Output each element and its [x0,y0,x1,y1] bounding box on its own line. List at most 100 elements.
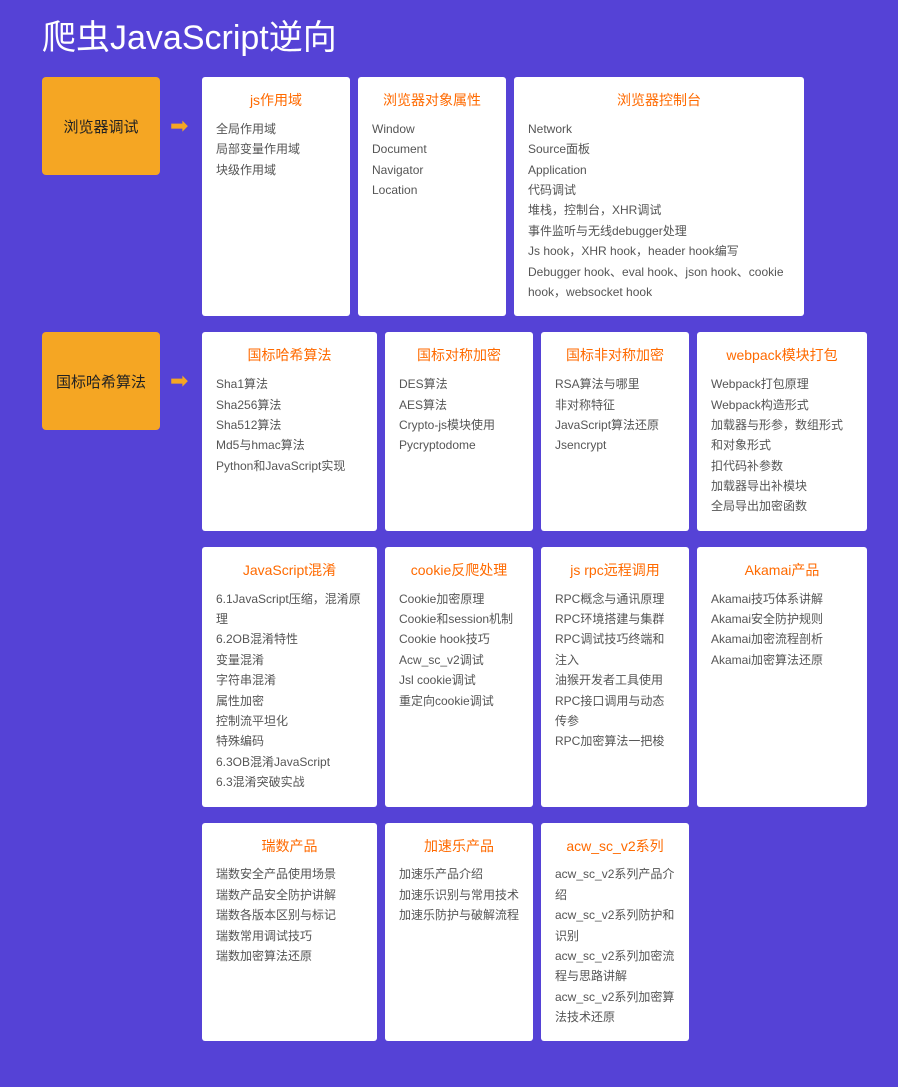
list-item: 事件监听与无线debugger处理 [528,221,790,241]
card-akamai: Akamai产品 Akamai技巧体系讲解 Akamai安全防护规则 Akama… [697,547,867,807]
card-title: Akamai产品 [711,559,853,583]
arrow-icon: ➡ [170,113,188,139]
card-title: 国标对称加密 [399,344,519,368]
card-title: 国标非对称加密 [555,344,675,368]
list-item: Jsl cookie调试 [399,670,519,690]
list-item: Akamai技巧体系讲解 [711,589,853,609]
list-item: Source面板 [528,139,790,159]
card-symmetric: 国标对称加密 DES算法 AES算法 Crypto-js模块使用 Pycrypt… [385,332,533,531]
list-item: Sha1算法 [216,374,363,394]
list-item: Jsencrypt [555,435,675,455]
card-jsrpc: js rpc远程调用 RPC概念与通讯原理 RPC环境搭建与集群 RPC调试技巧… [541,547,689,807]
arrow-icon: ➡ [170,368,188,394]
row-hash-algo: 国标哈希算法 ➡ 国标哈希算法 Sha1算法 Sha256算法 Sha512算法… [0,332,898,531]
card-title: JavaScript混淆 [216,559,363,583]
card-js-obfuscation: JavaScript混淆 6.1JavaScript压缩，混淆原理 6.2OB混… [202,547,377,807]
list-item: acw_sc_v2系列产品介绍 [555,864,675,905]
list-item: 重定向cookie调试 [399,691,519,711]
row-obfuscation: JavaScript混淆 6.1JavaScript压缩，混淆原理 6.2OB混… [0,547,898,807]
list-item: 瑞数常用调试技巧 [216,926,363,946]
list-item: 属性加密 [216,691,363,711]
list-item: 块级作用域 [216,160,336,180]
card-title: 浏览器控制台 [528,89,790,113]
list-item: Network [528,119,790,139]
list-item: 字符串混淆 [216,670,363,690]
card-title: js rpc远程调用 [555,559,675,583]
card-title: acw_sc_v2系列 [555,835,675,859]
card-cookie-anticrawl: cookie反爬处理 Cookie加密原理 Cookie和session机制 C… [385,547,533,807]
list-item: 特殊编码 [216,731,363,751]
card-ruishu: 瑞数产品 瑞数安全产品使用场景 瑞数产品安全防护讲解 瑞数各版本区别与标记 瑞数… [202,823,377,1042]
list-item: Akamai安全防护规则 [711,609,853,629]
list-item: 代码调试 [528,180,790,200]
list-item: Pycryptodome [399,435,519,455]
card-hash: 国标哈希算法 Sha1算法 Sha256算法 Sha512算法 Md5与hmac… [202,332,377,531]
list-item: 加载器导出补模块 [711,476,853,496]
list-item: Navigator [372,160,492,180]
list-item: 控制流平坦化 [216,711,363,731]
list-item: Cookie加密原理 [399,589,519,609]
list-item: Sha512算法 [216,415,363,435]
card-title: js作用域 [216,89,336,113]
row-browser-debug: 浏览器调试 ➡ js作用域 全局作用域 局部变量作用域 块级作用域 浏览器对象属… [0,77,898,316]
card-asymmetric: 国标非对称加密 RSA算法与哪里 非对称特征 JavaScript算法还原 Js… [541,332,689,531]
list-item: RPC调试技巧终端和注入 [555,629,675,670]
list-item: 全局导出加密函数 [711,496,853,516]
list-item: Md5与hmac算法 [216,435,363,455]
list-item: 变量混淆 [216,650,363,670]
list-item: 加载器与形参，数组形式和对象形式 [711,415,853,456]
card-title: 浏览器对象属性 [372,89,492,113]
card-title: 瑞数产品 [216,835,363,859]
list-item: 瑞数安全产品使用场景 [216,864,363,884]
list-item: 扣代码补参数 [711,456,853,476]
card-browser-console: 浏览器控制台 Network Source面板 Application 代码调试… [514,77,804,316]
list-item: RPC加密算法一把梭 [555,731,675,751]
list-item: 瑞数各版本区别与标记 [216,905,363,925]
list-item: 非对称特征 [555,395,675,415]
list-item: JavaScript算法还原 [555,415,675,435]
list-item: RPC接口调用与动态传参 [555,691,675,732]
list-item: acw_sc_v2系列加密算法技术还原 [555,987,675,1028]
card-js-scope: js作用域 全局作用域 局部变量作用域 块级作用域 [202,77,350,316]
row-products: 瑞数产品 瑞数安全产品使用场景 瑞数产品安全防护讲解 瑞数各版本区别与标记 瑞数… [0,823,898,1042]
list-item: Debugger hook、eval hook、json hook、cookie… [528,262,790,303]
list-item: Application [528,160,790,180]
list-item: RPC环境搭建与集群 [555,609,675,629]
list-item: 瑞数加密算法还原 [216,946,363,966]
card-jiasule: 加速乐产品 加速乐产品介绍 加速乐识别与常用技术 加速乐防护与破解流程 [385,823,533,1042]
list-item: Document [372,139,492,159]
list-item: 加速乐防护与破解流程 [399,905,519,925]
page-title: 爬虫JavaScript逆向 [0,0,898,77]
list-item: 全局作用域 [216,119,336,139]
list-item: acw_sc_v2系列防护和识别 [555,905,675,946]
list-item: RSA算法与哪里 [555,374,675,394]
card-title: 加速乐产品 [399,835,519,859]
list-item: 6.3OB混淆JavaScript [216,752,363,772]
card-browser-objects: 浏览器对象属性 Window Document Navigator Locati… [358,77,506,316]
card-title: cookie反爬处理 [399,559,519,583]
list-item: Cookie hook技巧 [399,629,519,649]
list-item: Location [372,180,492,200]
list-item: Sha256算法 [216,395,363,415]
list-item: Webpack打包原理 [711,374,853,394]
list-item: acw_sc_v2系列加密流程与思路讲解 [555,946,675,987]
list-item: Akamai加密流程剖析 [711,629,853,649]
list-item: 加速乐识别与常用技术 [399,885,519,905]
list-item: 瑞数产品安全防护讲解 [216,885,363,905]
list-item: RPC概念与通讯原理 [555,589,675,609]
list-item: Cookie和session机制 [399,609,519,629]
list-item: 6.3混淆突破实战 [216,772,363,792]
list-item: Akamai加密算法还原 [711,650,853,670]
list-item: Webpack构造形式 [711,395,853,415]
card-title: 国标哈希算法 [216,344,363,368]
list-item: 6.1JavaScript压缩，混淆原理 [216,589,363,630]
list-item: 堆栈，控制台，XHR调试 [528,200,790,220]
card-acw-sc-v2: acw_sc_v2系列 acw_sc_v2系列产品介绍 acw_sc_v2系列防… [541,823,689,1042]
category-browser-debug: 浏览器调试 [42,77,160,175]
list-item: 加速乐产品介绍 [399,864,519,884]
list-item: Crypto-js模块使用 [399,415,519,435]
list-item: Window [372,119,492,139]
list-item: 油猴开发者工具使用 [555,670,675,690]
list-item: Acw_sc_v2调试 [399,650,519,670]
list-item: DES算法 [399,374,519,394]
